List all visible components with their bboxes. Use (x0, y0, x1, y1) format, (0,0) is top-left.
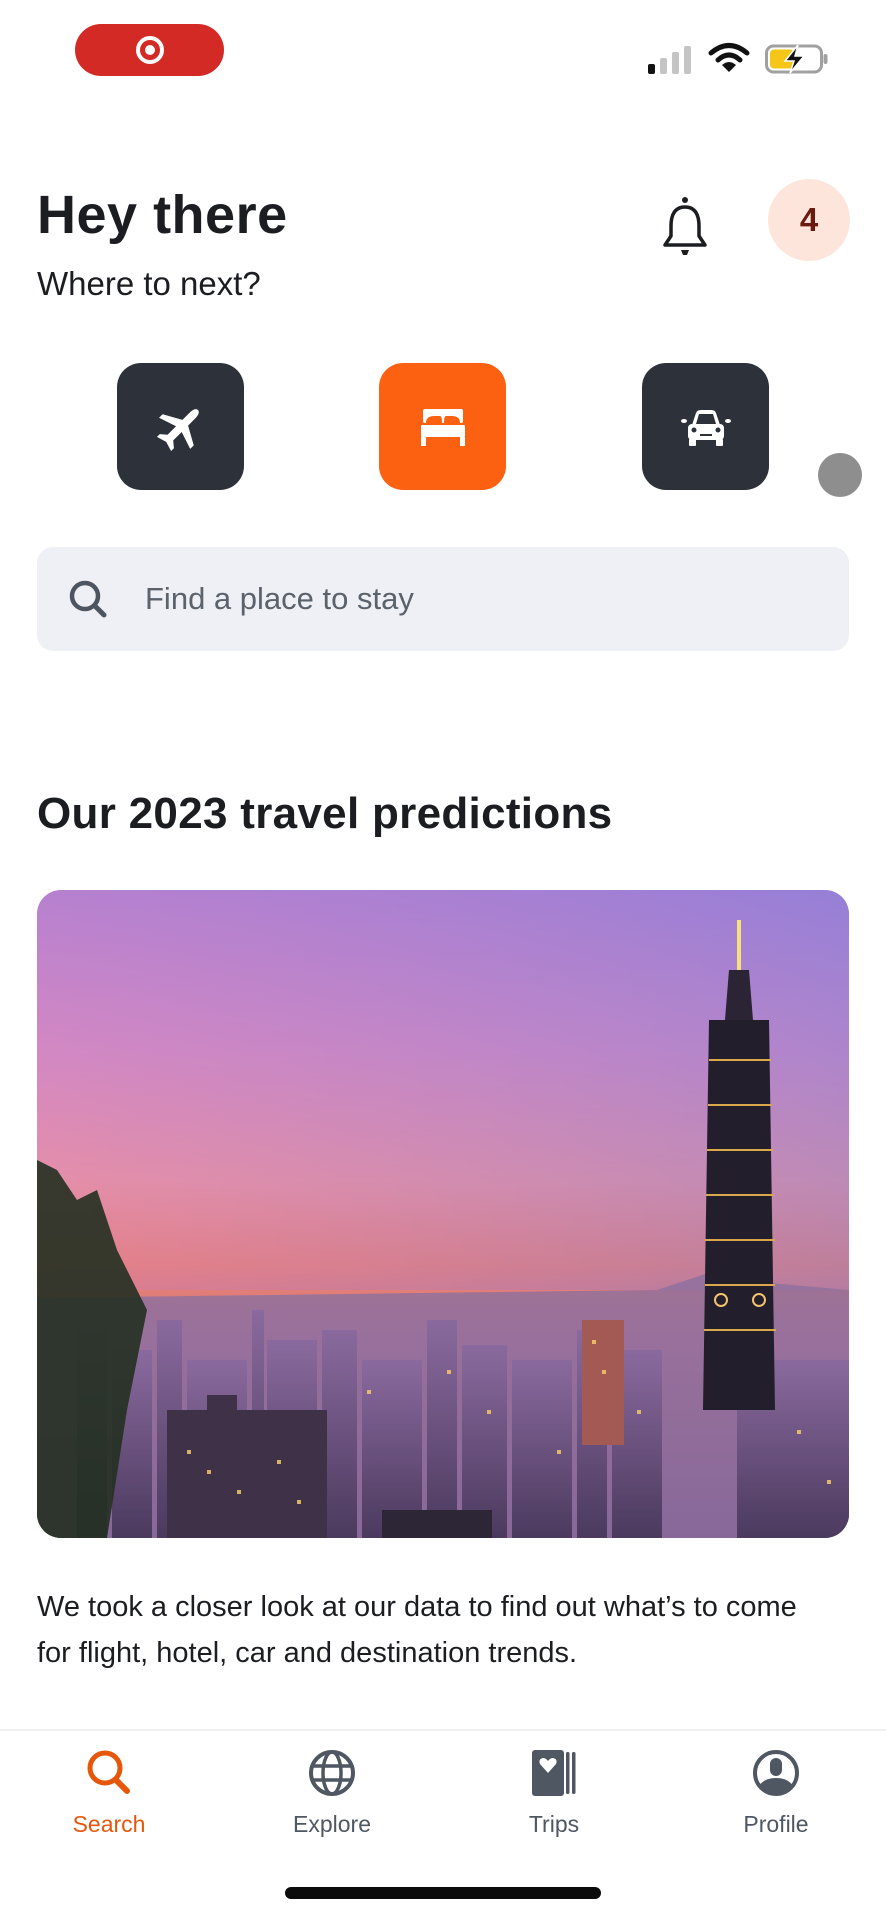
cellular-signal-icon (648, 44, 694, 74)
nav-tab-explore[interactable]: Explore (242, 1747, 422, 1838)
nav-label-profile: Profile (743, 1811, 809, 1837)
notification-count-badge[interactable]: 4 (768, 179, 850, 261)
nav-tab-search[interactable]: Search (19, 1747, 199, 1838)
search-icon (69, 580, 107, 618)
globe-icon (309, 1750, 355, 1796)
nav-label-explore: Explore (293, 1811, 371, 1837)
nav-label-trips: Trips (528, 1811, 580, 1837)
travel-predictions-image[interactable] (37, 890, 849, 1538)
car-icon (680, 409, 731, 446)
search-icon (87, 1750, 130, 1794)
flights-button[interactable] (117, 363, 244, 490)
greeting-title: Hey there (37, 185, 288, 245)
search-input[interactable] (143, 580, 747, 618)
wifi-icon (708, 43, 750, 72)
cars-button[interactable] (642, 363, 769, 490)
profile-icon (753, 1750, 799, 1796)
battery-charging-icon (765, 44, 828, 74)
assistive-touch-dot[interactable] (818, 453, 862, 497)
bed-icon (420, 408, 465, 446)
greeting-subtitle: Where to next? (37, 265, 261, 302)
stays-button[interactable] (379, 363, 506, 490)
section-description: We took a closer look at our data to fin… (37, 1591, 797, 1669)
screen-recording-icon (135, 36, 164, 64)
search-bar[interactable] (37, 547, 849, 651)
nav-tab-profile[interactable]: Profile (686, 1747, 866, 1838)
nav-tab-trips[interactable]: Trips (464, 1747, 644, 1838)
home-indicator[interactable] (285, 1887, 601, 1899)
city-skyline-image (37, 890, 849, 1538)
nav-label-search: Search (72, 1811, 146, 1837)
trips-icon (532, 1750, 576, 1796)
bell-icon[interactable] (660, 196, 710, 258)
screen-recording-indicator[interactable] (75, 24, 224, 76)
airplane-icon (156, 408, 199, 451)
section-title: Our 2023 travel predictions (37, 789, 613, 838)
